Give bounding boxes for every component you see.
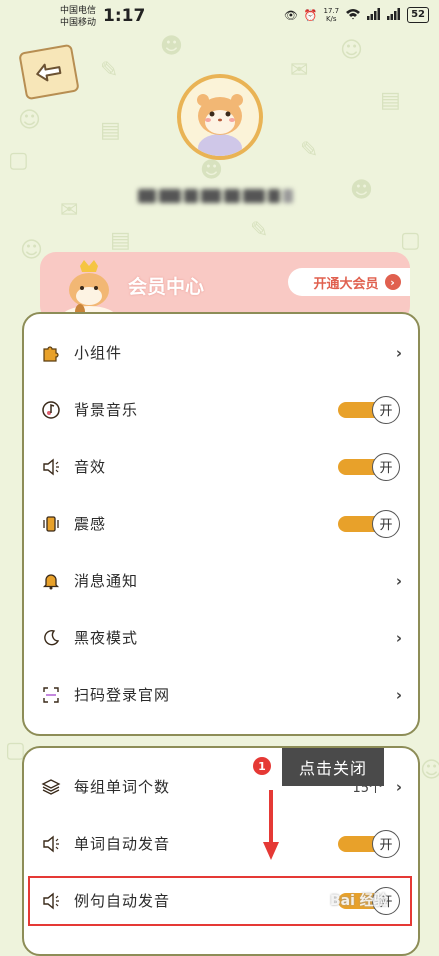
instruction-tooltip: 点击关闭 xyxy=(282,748,384,786)
back-button[interactable] xyxy=(18,43,80,101)
toggle-knob: 开 xyxy=(372,395,400,424)
row-label: 单词自动发音 xyxy=(74,835,171,853)
carrier-labels: 中国电信 中国移动 xyxy=(60,5,96,29)
row-label: 黑夜模式 xyxy=(74,629,139,647)
settings-row-word-auto-pronounce[interactable]: 单词自动发音 开 xyxy=(24,815,418,872)
username-blurred xyxy=(138,183,313,209)
row-label: 背景音乐 xyxy=(74,401,139,419)
speed-value: 17.7 xyxy=(323,7,340,15)
speaker-icon xyxy=(40,456,62,478)
row-label: 震感 xyxy=(74,515,107,533)
bell-icon xyxy=(40,570,62,592)
hamster-avatar-icon xyxy=(197,94,243,156)
layers-icon xyxy=(40,776,62,798)
chevron-right-icon: › xyxy=(395,343,402,362)
chevron-right-icon: › xyxy=(395,571,402,590)
avatar[interactable] xyxy=(177,74,263,160)
settings-card-general: 小组件 › 背景音乐 开 音效 开 震感 开 消息通知 › 黑夜模式 › 扫码登… xyxy=(22,312,420,736)
sound-effects-toggle[interactable]: 开 xyxy=(338,452,400,481)
chevron-right-icon: › xyxy=(384,274,401,290)
settings-row-dark-mode[interactable]: 黑夜模式 › xyxy=(24,609,418,666)
speaker-icon xyxy=(40,833,62,855)
alarm-icon: ⏰ xyxy=(303,8,318,22)
row-label: 消息通知 xyxy=(74,572,139,590)
step-badge: 1 xyxy=(253,757,271,775)
carrier-1: 中国电信 xyxy=(60,6,97,16)
toggle-knob: 开 xyxy=(372,452,400,481)
row-label: 每组单词个数 xyxy=(74,778,171,796)
vibrate-icon xyxy=(40,513,62,535)
row-label: 扫码登录官网 xyxy=(74,686,171,704)
settings-row-vibration[interactable]: 震感 开 xyxy=(24,495,418,552)
row-label: 小组件 xyxy=(74,344,123,362)
wifi-icon xyxy=(345,8,361,23)
vip-title: 会员中心 xyxy=(128,276,205,298)
carrier-2: 中国移动 xyxy=(60,18,97,28)
open-membership-button[interactable]: 开通大会员 › xyxy=(288,268,410,296)
chevron-right-icon: › xyxy=(395,685,402,704)
signal-icon-2 xyxy=(387,7,401,23)
vibration-toggle[interactable]: 开 xyxy=(338,509,400,538)
clock: 1:17 xyxy=(103,6,146,26)
settings-row-sound-effects[interactable]: 音效 开 xyxy=(24,438,418,495)
battery-indicator: 52 xyxy=(407,7,429,23)
toggle-knob: 开 xyxy=(372,829,400,858)
settings-row-scan-login[interactable]: 扫码登录官网 › xyxy=(24,666,418,723)
music-icon xyxy=(40,399,62,421)
settings-row-widgets[interactable]: 小组件 › xyxy=(24,324,418,381)
toggle-knob: 开 xyxy=(372,509,400,538)
status-icons: 👁 ⏰ 17.7 K/s 52 xyxy=(284,7,429,23)
open-membership-label: 开通大会员 xyxy=(313,276,379,292)
watermark: Bai 经验 xyxy=(330,893,388,909)
arrow-down-icon xyxy=(263,790,279,860)
signal-icon-1 xyxy=(367,7,381,23)
eye-icon: 👁 xyxy=(283,8,298,22)
moon-icon xyxy=(40,627,62,649)
network-speed: 17.7 K/s xyxy=(323,7,339,23)
scan-icon xyxy=(40,684,62,706)
speed-unit: K/s xyxy=(325,15,337,23)
settings-row-notifications[interactable]: 消息通知 › xyxy=(24,552,418,609)
status-bar: 中国电信 中国移动 1:17 👁 ⏰ 17.7 K/s 52 xyxy=(0,0,439,36)
back-arrow-icon xyxy=(36,63,62,82)
row-label: 音效 xyxy=(74,458,107,476)
word-auto-pronounce-toggle[interactable]: 开 xyxy=(338,829,400,858)
puzzle-icon xyxy=(40,342,62,364)
chevron-right-icon: › xyxy=(395,628,402,647)
background-music-toggle[interactable]: 开 xyxy=(338,395,400,424)
settings-row-background-music[interactable]: 背景音乐 开 xyxy=(24,381,418,438)
chevron-right-icon: › xyxy=(395,777,402,796)
